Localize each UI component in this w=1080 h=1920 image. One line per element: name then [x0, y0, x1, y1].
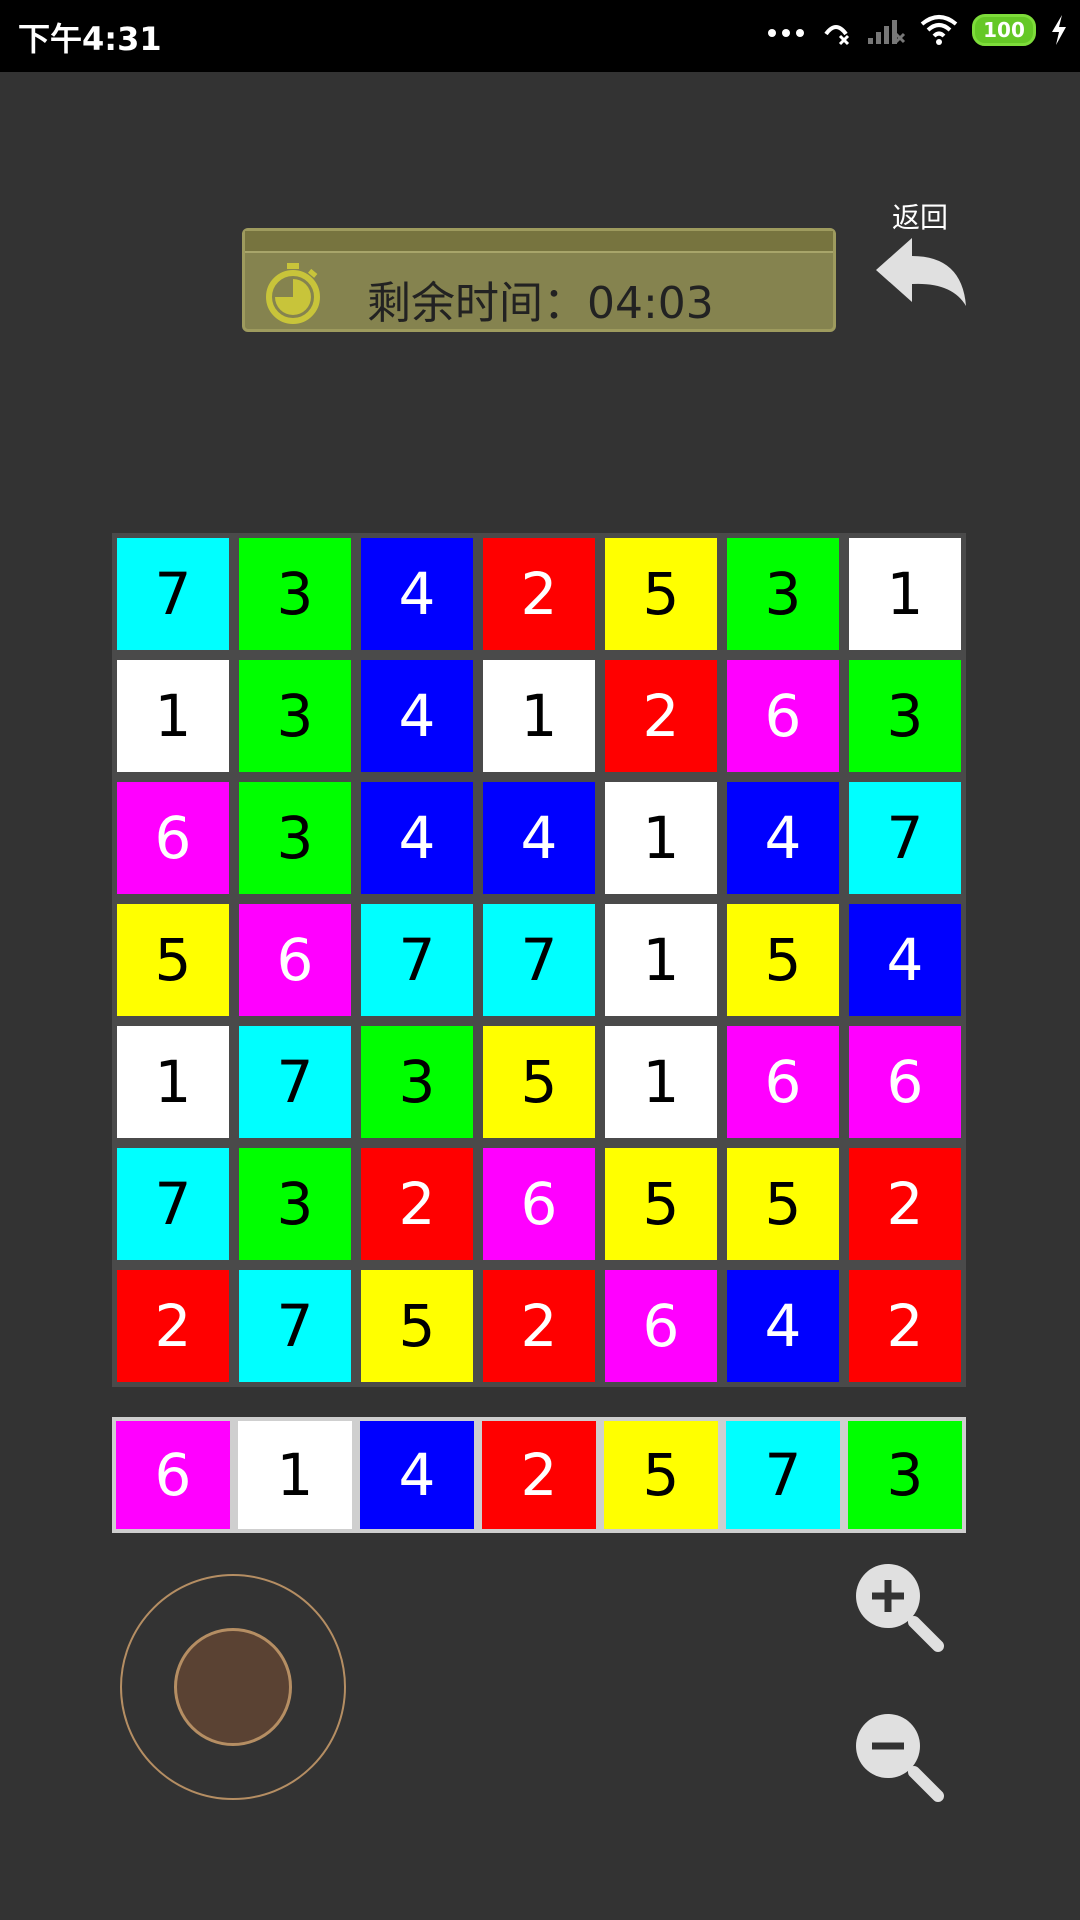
board-cell[interactable]: 2: [844, 1143, 966, 1265]
time-remaining-text: 剩余时间：04:03: [367, 278, 714, 329]
board-row: 7342531: [112, 533, 968, 655]
palette-color-green[interactable]: 3: [844, 1417, 966, 1533]
board-row: 2752642: [112, 1265, 968, 1387]
board-cell[interactable]: 4: [356, 655, 478, 777]
board-row: 5677154: [112, 899, 968, 1021]
game-board: 7342531134126363441475677154173516673265…: [112, 533, 968, 1387]
palette-color-magenta[interactable]: 6: [112, 1417, 234, 1533]
palette-color-red[interactable]: 2: [478, 1417, 600, 1533]
board-cell[interactable]: 6: [600, 1265, 722, 1387]
board-cell[interactable]: 5: [478, 1021, 600, 1143]
board-cell[interactable]: 2: [844, 1265, 966, 1387]
board-cell[interactable]: 1: [600, 899, 722, 1021]
board-cell[interactable]: 3: [234, 777, 356, 899]
palette-color-blue[interactable]: 4: [356, 1417, 478, 1533]
board-cell[interactable]: 5: [600, 533, 722, 655]
board-cell[interactable]: 6: [478, 1143, 600, 1265]
board-cell[interactable]: 1: [844, 533, 966, 655]
palette-color-cyan[interactable]: 7: [722, 1417, 844, 1533]
board-row: 7326552: [112, 1143, 968, 1265]
board-cell[interactable]: 2: [478, 1265, 600, 1387]
board-cell[interactable]: 3: [234, 533, 356, 655]
palette-color-white[interactable]: 1: [234, 1417, 356, 1533]
board-cell[interactable]: 4: [722, 777, 844, 899]
board-row: 6344147: [112, 777, 968, 899]
board-cell[interactable]: 6: [234, 899, 356, 1021]
board-cell[interactable]: 1: [478, 655, 600, 777]
board-cell[interactable]: 7: [356, 899, 478, 1021]
missed-call-icon: [824, 25, 850, 46]
board-cell[interactable]: 5: [600, 1143, 722, 1265]
no-signal-icon: [868, 20, 906, 44]
board-cell[interactable]: 1: [600, 1021, 722, 1143]
zoom-out-icon[interactable]: [850, 1708, 950, 1808]
board-cell[interactable]: 2: [112, 1265, 234, 1387]
status-bar: 下午4:31 100: [0, 0, 1080, 72]
board-cell[interactable]: 1: [600, 777, 722, 899]
charging-icon: [1052, 15, 1066, 45]
board-cell[interactable]: 4: [356, 533, 478, 655]
board-row: 1341263: [112, 655, 968, 777]
board-cell[interactable]: 2: [478, 533, 600, 655]
board-cell[interactable]: 2: [356, 1143, 478, 1265]
battery-indicator: 100: [972, 14, 1036, 46]
board-cell[interactable]: 3: [722, 533, 844, 655]
joystick[interactable]: [120, 1574, 346, 1800]
wifi-icon: [920, 15, 958, 45]
joystick-knob[interactable]: [174, 1628, 292, 1746]
board-cell[interactable]: 4: [356, 777, 478, 899]
board-cell[interactable]: 3: [234, 1143, 356, 1265]
board-cell[interactable]: 4: [844, 899, 966, 1021]
board-cell[interactable]: 3: [844, 655, 966, 777]
zoom-in-icon[interactable]: [850, 1558, 950, 1658]
board-cell[interactable]: 5: [722, 899, 844, 1021]
back-arrow-icon: [876, 238, 966, 306]
board-cell[interactable]: 1: [112, 655, 234, 777]
board-cell[interactable]: 7: [844, 777, 966, 899]
board-cell[interactable]: 6: [722, 655, 844, 777]
stopwatch-icon: [266, 263, 320, 324]
time-remaining-panel: 剩余时间：04:03: [242, 228, 836, 332]
board-cell[interactable]: 3: [356, 1021, 478, 1143]
board-cell[interactable]: 6: [112, 777, 234, 899]
board-cell[interactable]: 1: [112, 1021, 234, 1143]
board-cell[interactable]: 7: [478, 899, 600, 1021]
panel-top-strip: [245, 231, 833, 253]
status-time: 下午4:31: [18, 20, 162, 58]
color-palette: 6142573: [112, 1417, 968, 1533]
board-cell[interactable]: 5: [356, 1265, 478, 1387]
board-cell[interactable]: 4: [478, 777, 600, 899]
board-cell[interactable]: 5: [112, 899, 234, 1021]
board-cell[interactable]: 6: [844, 1021, 966, 1143]
board-cell[interactable]: 3: [234, 655, 356, 777]
board-cell[interactable]: 7: [234, 1265, 356, 1387]
back-button[interactable]: 返回: [872, 196, 976, 336]
board-cell[interactable]: 2: [600, 655, 722, 777]
board-cell[interactable]: 7: [112, 533, 234, 655]
more-dots-icon: [768, 29, 804, 37]
palette-color-yellow[interactable]: 5: [600, 1417, 722, 1533]
board-cell[interactable]: 7: [234, 1021, 356, 1143]
board-cell[interactable]: 5: [722, 1143, 844, 1265]
board-row: 1735166: [112, 1021, 968, 1143]
board-cell[interactable]: 7: [112, 1143, 234, 1265]
board-cell[interactable]: 4: [722, 1265, 844, 1387]
status-icons: 100: [766, 14, 1068, 46]
board-cell[interactable]: 6: [722, 1021, 844, 1143]
